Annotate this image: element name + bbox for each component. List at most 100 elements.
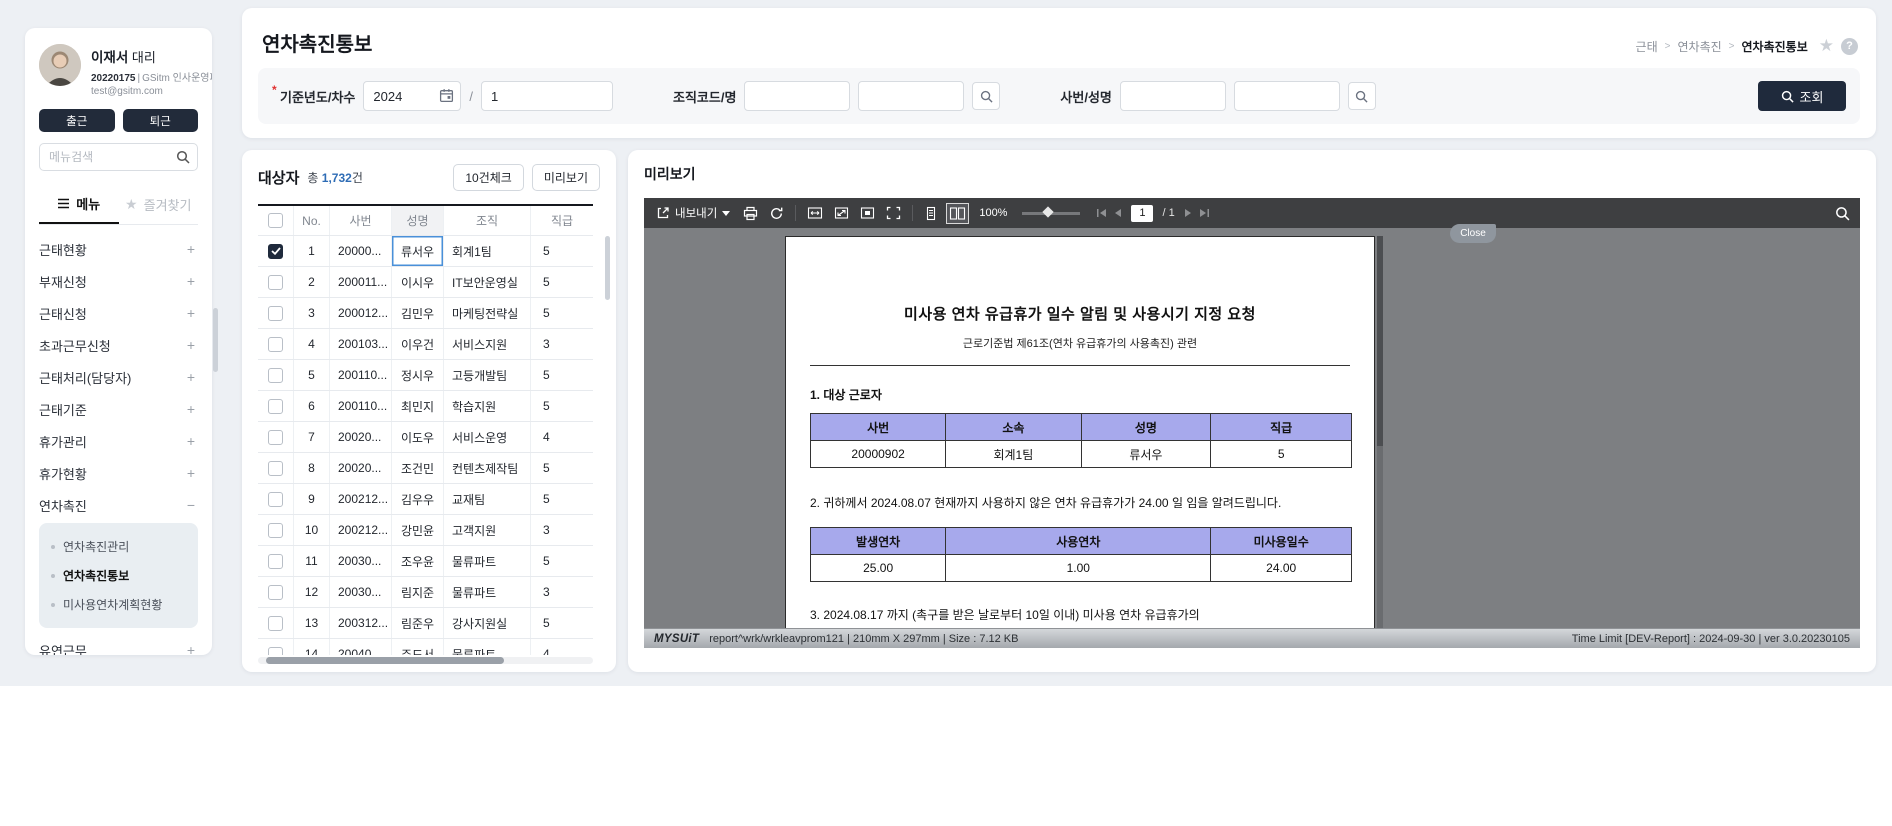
expand-icon[interactable]: + [184,305,198,321]
table-cell[interactable]: 5 [294,360,330,390]
table-cell[interactable]: 12 [294,577,330,607]
row-checkbox[interactable] [268,244,283,259]
table-cell[interactable]: 5 [531,484,593,514]
expand-icon[interactable]: + [184,433,198,449]
row-checkbox[interactable] [268,399,283,414]
tab-favorites[interactable]: ★ 즐겨찾기 [119,187,199,224]
row-checkbox[interactable] [268,306,283,321]
sidebar-item[interactable]: 초과근무신청+ [39,329,198,361]
favorite-star-icon[interactable]: ★ [1819,36,1834,56]
table-cell[interactable]: 7 [294,422,330,452]
menu-search-input[interactable] [39,143,198,171]
table-cell[interactable]: 서비스운영 [444,422,531,452]
table-row[interactable]: 1120030...조우윤물류파트5 [258,546,593,577]
table-cell[interactable]: 림준우 [392,608,444,638]
table-cell[interactable]: 림지준 [392,577,444,607]
table-cell[interactable]: 물류파트 [444,546,531,576]
table-cell[interactable]: 이우건 [392,329,444,359]
sidebar-subitem[interactable]: 연차촉진관리 [51,532,192,561]
sidebar-subitem[interactable]: 미사용연차계획현황 [51,590,192,619]
table-cell[interactable]: 20020... [330,422,392,452]
row-checkbox[interactable] [268,461,283,476]
table-cell[interactable]: 1 [294,236,330,266]
table-cell[interactable]: 학습지원 [444,391,531,421]
table-cell[interactable]: 5 [531,267,593,297]
row-checkbox[interactable] [268,523,283,538]
sidebar-subitem[interactable]: 연차촉진통보 [51,561,192,590]
row-checkbox[interactable] [268,368,283,383]
table-cell[interactable]: 김우우 [392,484,444,514]
table-cell[interactable]: 200103... [330,329,392,359]
row-checkbox[interactable] [268,616,283,631]
refresh-icon[interactable] [767,204,786,223]
fit-page-icon[interactable] [832,204,851,222]
table-row[interactable]: 720020...이도우서비스운영4 [258,422,593,453]
help-icon[interactable]: ? [1841,38,1858,55]
table-cell[interactable]: 11 [294,546,330,576]
table-cell[interactable]: 5 [531,453,593,483]
table-cell[interactable]: 200212... [330,515,392,545]
table-cell[interactable]: 200012... [330,298,392,328]
preview-button[interactable]: 미리보기 [532,164,600,191]
table-cell[interactable]: 3 [531,329,593,359]
table-cell[interactable]: 5 [531,391,593,421]
calendar-icon[interactable] [439,88,454,103]
table-cell[interactable]: 9 [294,484,330,514]
scrollbar-thumb[interactable] [266,657,504,664]
single-page-view-icon[interactable] [922,204,940,223]
zoom-slider[interactable] [1022,212,1080,215]
table-cell[interactable]: 정시우 [392,360,444,390]
table-cell[interactable]: 8 [294,453,330,483]
row-checkbox[interactable] [268,647,283,656]
column-header-org[interactable]: 조직 [444,206,531,235]
emp-search-button[interactable] [1348,82,1376,110]
row-checkbox[interactable] [268,430,283,445]
check-10-button[interactable]: 10건체크 [453,164,523,191]
table-cell[interactable]: 20030... [330,546,392,576]
table-cell[interactable]: 회계1팀 [444,236,531,266]
actual-size-icon[interactable] [858,204,877,222]
table-cell[interactable]: 조건민 [392,453,444,483]
table-cell[interactable]: 13 [294,608,330,638]
table-cell[interactable]: 조우윤 [392,546,444,576]
row-checkbox[interactable] [268,554,283,569]
expand-icon[interactable]: + [184,241,198,257]
sidebar-item[interactable]: 근태처리(담당자)+ [39,361,198,393]
previous-page-icon[interactable] [1114,208,1122,218]
row-checkbox[interactable] [268,492,283,507]
table-cell[interactable]: 5 [531,546,593,576]
table-row[interactable]: 4200103...이우건서비스지원3 [258,329,593,360]
table-cell[interactable]: 서비스지원 [444,329,531,359]
org-name-input[interactable] [858,81,964,111]
close-tooltip[interactable]: Close [1450,224,1496,243]
table-row[interactable]: 120000...류서우회계1팀5 [258,236,593,267]
table-cell[interactable]: 3 [294,298,330,328]
table-cell[interactable]: 고등개발팀 [444,360,531,390]
preview-search-icon[interactable] [1833,204,1852,223]
column-header-no[interactable]: No. [294,206,330,235]
table-row[interactable]: 6200110...최민지학습지원5 [258,391,593,422]
sidebar-item[interactable]: 근태기준+ [39,393,198,425]
table-cell[interactable]: 200212... [330,484,392,514]
table-cell[interactable]: 3 [531,577,593,607]
check-out-button[interactable]: 퇴근 [123,109,199,132]
collapse-icon[interactable]: − [184,497,198,513]
next-page-icon[interactable] [1184,208,1192,218]
table-cell[interactable]: 최민지 [392,391,444,421]
expand-icon[interactable]: + [184,401,198,417]
table-cell[interactable]: IT보안운영실 [444,267,531,297]
table-row[interactable]: 2200011...이시우IT보안운영실5 [258,267,593,298]
table-cell[interactable]: 5 [531,360,593,390]
table-cell[interactable]: 고객지원 [444,515,531,545]
table-cell[interactable]: 2 [294,267,330,297]
column-header-empno[interactable]: 사번 [330,206,392,235]
fullscreen-icon[interactable] [884,204,903,222]
table-cell[interactable]: 4 [294,329,330,359]
column-header-name[interactable]: 성명 [392,206,444,235]
org-search-button[interactable] [972,82,1000,110]
table-cell[interactable]: 5 [531,608,593,638]
check-in-button[interactable]: 출근 [39,109,115,132]
row-checkbox[interactable] [268,275,283,290]
sidebar-item[interactable]: 휴가현황+ [39,457,198,489]
table-cell[interactable]: 200110... [330,391,392,421]
